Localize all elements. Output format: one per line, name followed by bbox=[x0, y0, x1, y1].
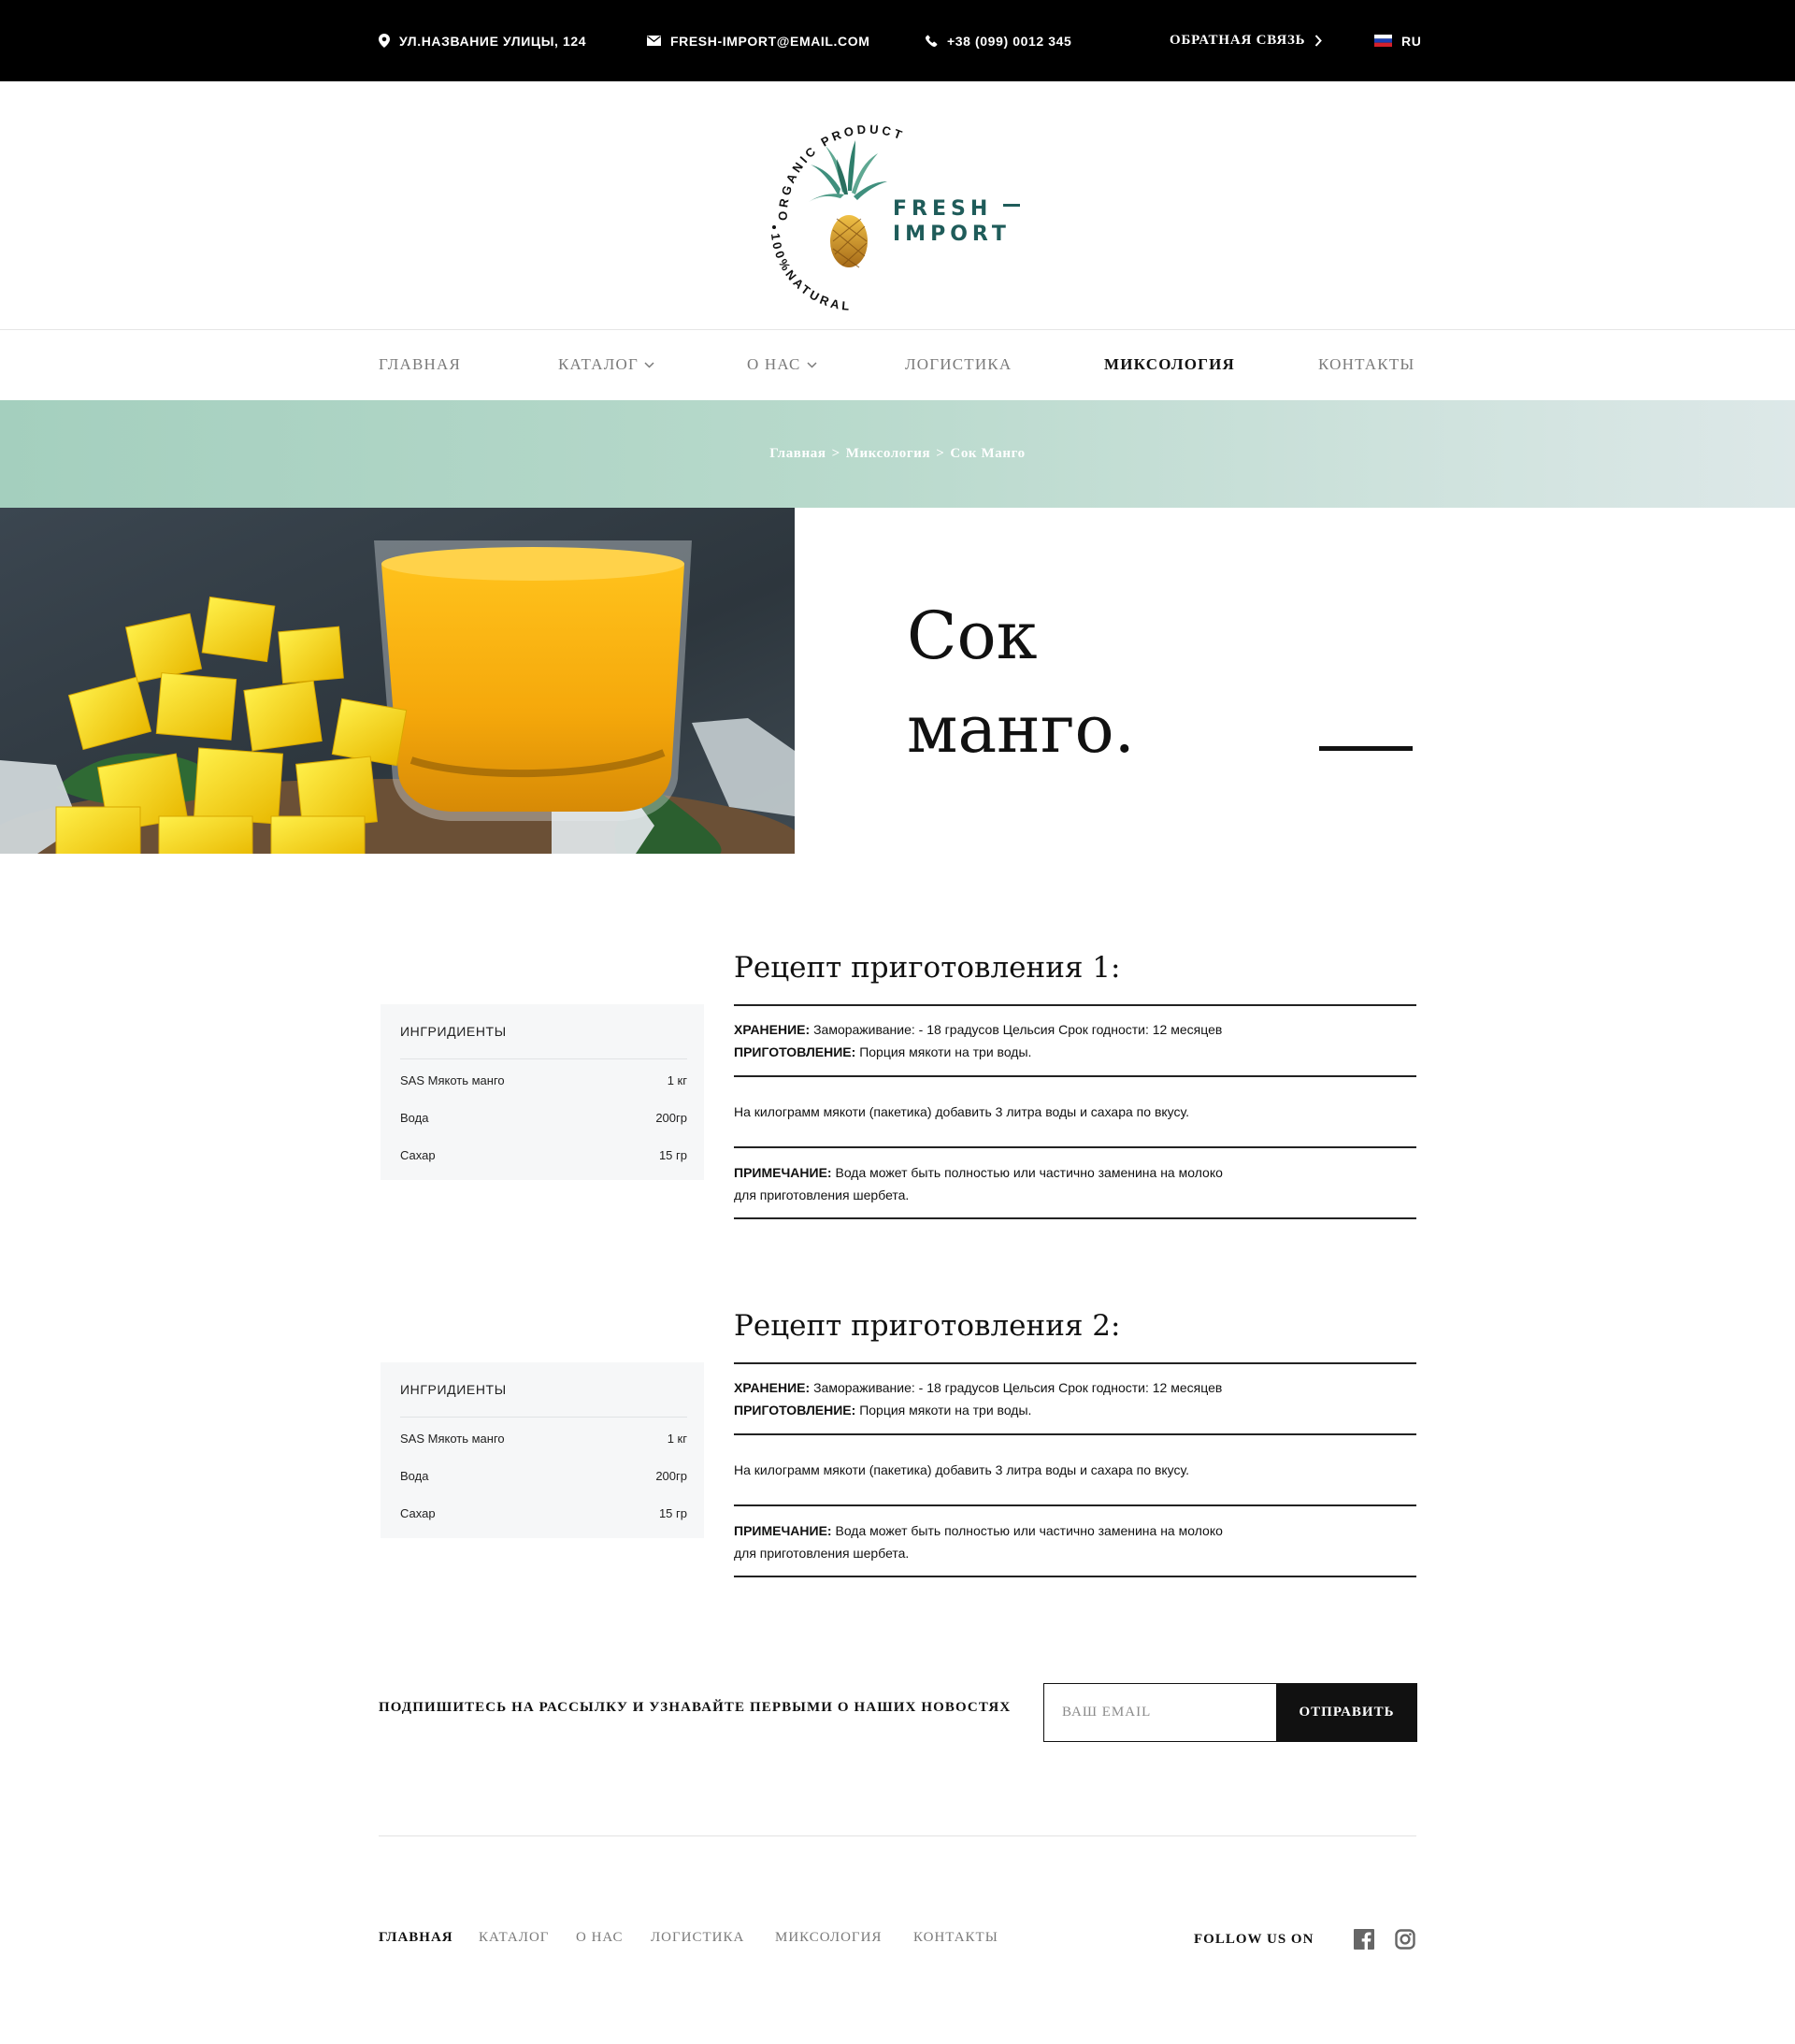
nav-item-catalog[interactable]: КАТАЛОГ bbox=[558, 329, 654, 400]
breadcrumb: Главная > Миксология > Сок Манго bbox=[0, 400, 1795, 508]
ingredient-name: SAS Мякоть манго bbox=[400, 1073, 505, 1087]
ingredient-row: Вода 200гр bbox=[400, 1111, 687, 1130]
ingredients-heading: ИНГРИДИЕНТЫ bbox=[400, 1382, 507, 1397]
step-divider bbox=[734, 1576, 1416, 1577]
breadcrumb-separator: > bbox=[936, 446, 945, 461]
newsletter-email-input[interactable] bbox=[1043, 1683, 1276, 1742]
phone-icon bbox=[926, 35, 938, 47]
ingredients-heading: ИНГРИДИЕНТЫ bbox=[400, 1024, 507, 1039]
step-divider bbox=[734, 1504, 1416, 1506]
storage-text: ХРАНЕНИЕ: Замораживание: - 18 градусов Ц… bbox=[734, 1022, 1223, 1059]
footer-nav-home[interactable]: ГЛАВНАЯ bbox=[379, 1930, 453, 1946]
address-text: УЛ.НАЗВАНИЕ УЛИЦЫ, 124 bbox=[399, 33, 587, 49]
ingredient-amount: 1 кг bbox=[667, 1073, 687, 1087]
chevron-down-icon bbox=[644, 361, 654, 368]
ingredient-amount: 15 гр bbox=[658, 1506, 687, 1520]
nav-item-about[interactable]: О НАС bbox=[747, 329, 817, 400]
step-divider bbox=[734, 1146, 1416, 1148]
footer-nav-mixology[interactable]: МИКСОЛОГИЯ bbox=[775, 1930, 882, 1946]
phone-text[interactable]: +38 (099) 0012 345 bbox=[947, 34, 1071, 49]
facebook-icon[interactable] bbox=[1354, 1929, 1374, 1950]
language-text[interactable]: RU bbox=[1401, 34, 1421, 49]
breadcrumb-separator: > bbox=[831, 446, 840, 461]
footer-nav-about[interactable]: О НАС bbox=[576, 1930, 624, 1946]
footer-divider bbox=[379, 1835, 1416, 1836]
step-text: На килограмм мякоти (пакетика) добавить … bbox=[734, 1462, 1189, 1477]
email-item[interactable]: FRESH-IMPORT@EMAIL.COM bbox=[647, 0, 870, 81]
top-bar: УЛ.НАЗВАНИЕ УЛИЦЫ, 124 FRESH-IMPORT@EMAI… bbox=[0, 0, 1795, 81]
brand-logo[interactable]: ORGANIC PRODUCT 100%NATURAL FRESH IMPORT bbox=[762, 110, 1024, 313]
hero-image-mango-juice bbox=[0, 508, 795, 854]
step-divider bbox=[734, 1004, 1416, 1006]
feedback-link[interactable]: ОБРАТНАЯ СВЯЗЬ bbox=[1170, 0, 1323, 81]
note-text: ПРИМЕЧАНИЕ: Вода может быть полностью ил… bbox=[734, 1165, 1223, 1202]
phone-item[interactable]: +38 (099) 0012 345 bbox=[926, 0, 1071, 81]
title-dash-decoration bbox=[1319, 746, 1413, 751]
footer-nav-contacts[interactable]: КОНТАКТЫ bbox=[913, 1930, 998, 1946]
newsletter-label: ПОДПИШИТЕСЬ НА РАССЫЛКУ И УЗНАВАЙТЕ ПЕРВ… bbox=[379, 1700, 1012, 1715]
logo-line-import: IMPORT bbox=[893, 223, 1011, 246]
ingredient-row: Вода 200гр bbox=[400, 1469, 687, 1488]
recipe-title: Рецепт приготовления 2: bbox=[734, 1309, 1121, 1343]
ingredients-divider bbox=[400, 1058, 687, 1059]
location-pin-icon bbox=[379, 34, 390, 48]
instagram-icon[interactable] bbox=[1395, 1929, 1415, 1950]
breadcrumb-band: Главная > Миксология > Сок Манго bbox=[0, 400, 1795, 508]
ingredient-amount: 15 гр bbox=[658, 1148, 687, 1162]
breadcrumb-mixology[interactable]: Миксология bbox=[846, 446, 931, 462]
ingredients-card: ИНГРИДИЕНТЫ SAS Мякоть манго 1 кг Вода 2… bbox=[381, 1004, 704, 1180]
newsletter-submit-button[interactable]: ОТПРАВИТЬ bbox=[1276, 1683, 1417, 1742]
footer-nav-logistics[interactable]: ЛОГИСТИКА bbox=[651, 1930, 744, 1946]
ingredient-name: Вода bbox=[400, 1111, 429, 1125]
step-divider bbox=[734, 1217, 1416, 1219]
ingredient-amount: 1 кг bbox=[667, 1432, 687, 1446]
ingredient-row: SAS Мякоть манго 1 кг bbox=[400, 1073, 687, 1092]
nav-item-logistics[interactable]: ЛОГИСТИКА bbox=[905, 329, 1012, 400]
step-divider bbox=[734, 1433, 1416, 1435]
step-divider bbox=[734, 1075, 1416, 1077]
chevron-right-icon bbox=[1315, 35, 1323, 47]
step-text: На килограмм мякоти (пакетика) добавить … bbox=[734, 1104, 1189, 1119]
footer-nav-catalog[interactable]: КАТАЛОГ bbox=[479, 1930, 549, 1946]
address-item: УЛ.НАЗВАНИЕ УЛИЦЫ, 124 bbox=[379, 0, 586, 81]
page-title-line-1: Сок bbox=[907, 597, 1038, 674]
page-title-line-2: манго. bbox=[907, 691, 1135, 768]
nav-item-mixology[interactable]: МИКСОЛОГИЯ bbox=[1104, 329, 1235, 400]
page-title: Сок манго. bbox=[907, 589, 1135, 776]
envelope-icon bbox=[647, 36, 661, 46]
breadcrumb-home[interactable]: Главная bbox=[769, 446, 826, 462]
step-divider bbox=[734, 1362, 1416, 1364]
ingredient-amount: 200гр bbox=[655, 1111, 687, 1125]
ingredient-name: Сахар bbox=[400, 1506, 436, 1520]
ingredient-name: Вода bbox=[400, 1469, 429, 1483]
feedback-text[interactable]: ОБРАТНАЯ СВЯЗЬ bbox=[1170, 33, 1305, 49]
language-switch[interactable]: RU bbox=[1374, 0, 1421, 81]
breadcrumb-current: Сок Манго bbox=[950, 446, 1026, 461]
ingredient-row: Сахар 15 гр bbox=[400, 1506, 687, 1525]
russia-flag-icon bbox=[1374, 35, 1392, 47]
email-text[interactable]: FRESH-IMPORT@EMAIL.COM bbox=[670, 34, 870, 49]
ingredient-amount: 200гр bbox=[655, 1469, 687, 1483]
ingredient-row: Сахар 15 гр bbox=[400, 1148, 687, 1167]
ingredients-card: ИНГРИДИЕНТЫ SAS Мякоть манго 1 кг Вода 2… bbox=[381, 1362, 704, 1538]
chevron-down-icon bbox=[807, 361, 817, 368]
note-text: ПРИМЕЧАНИЕ: Вода может быть полностью ил… bbox=[734, 1523, 1223, 1561]
ingredient-name: Сахар bbox=[400, 1148, 436, 1162]
nav-item-contacts[interactable]: КОНТАКТЫ bbox=[1318, 329, 1414, 400]
follow-us-label: FOLLOW US ON bbox=[1194, 1932, 1314, 1947]
ingredient-row: SAS Мякоть манго 1 кг bbox=[400, 1432, 687, 1450]
nav-item-home[interactable]: ГЛАВНАЯ bbox=[379, 329, 461, 400]
pineapple-icon bbox=[809, 140, 887, 268]
ingredients-divider bbox=[400, 1417, 687, 1418]
recipe-title: Рецепт приготовления 1: bbox=[734, 951, 1121, 985]
nav-divider bbox=[0, 329, 1795, 330]
ingredient-name: SAS Мякоть манго bbox=[400, 1432, 505, 1446]
logo-line-fresh: FRESH bbox=[893, 197, 992, 221]
storage-text: ХРАНЕНИЕ: Замораживание: - 18 градусов Ц… bbox=[734, 1380, 1223, 1418]
